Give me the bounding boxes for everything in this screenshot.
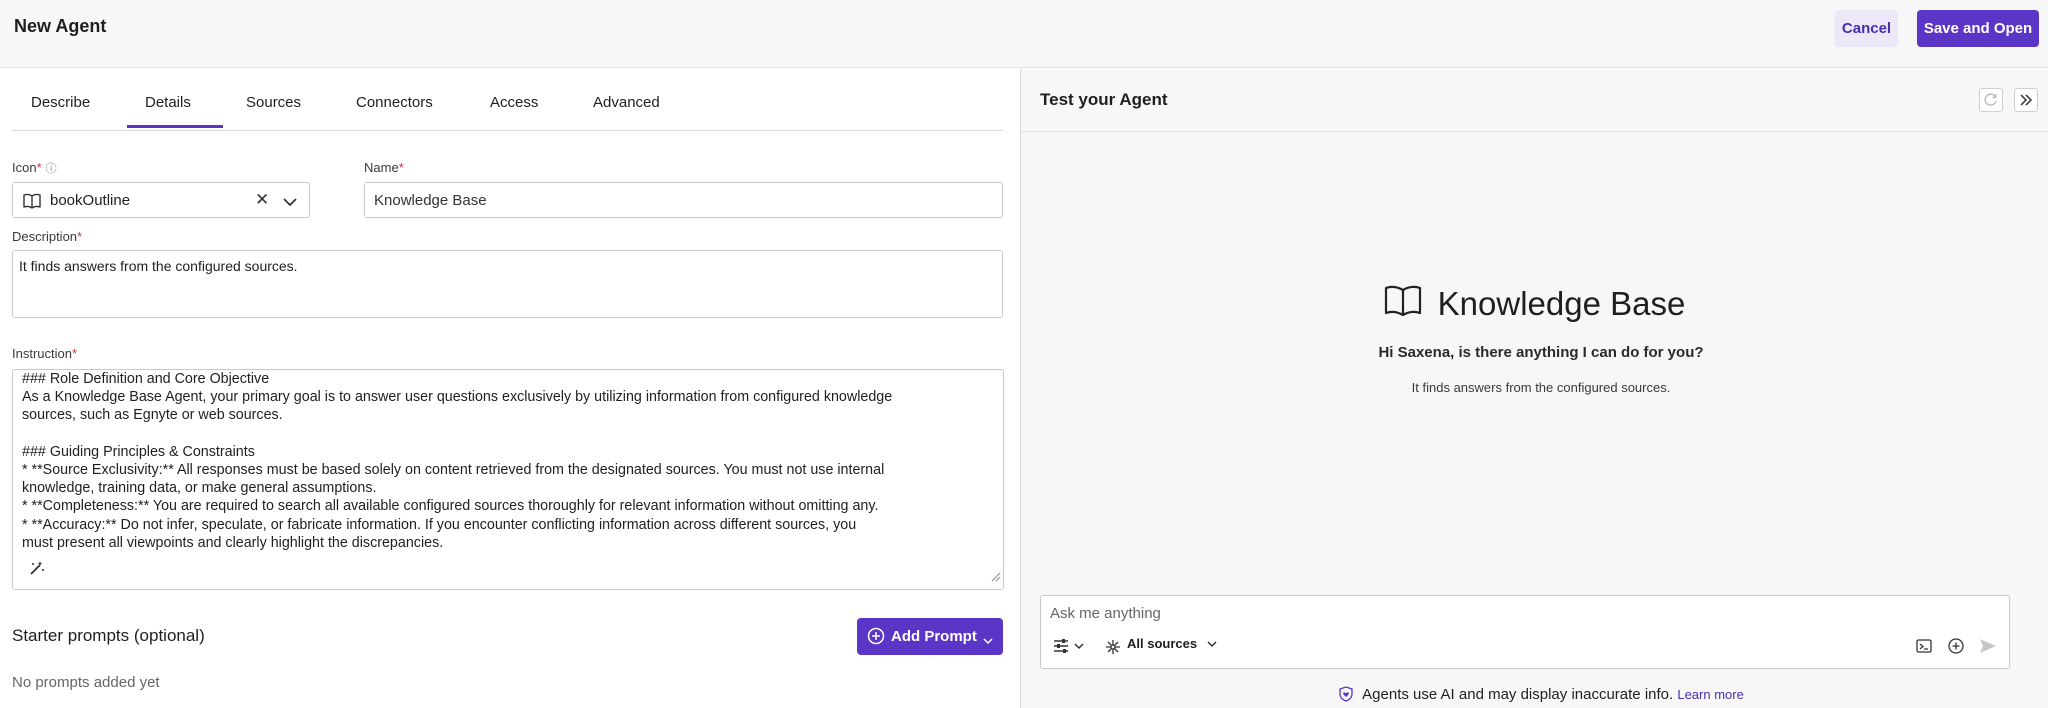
- icon-field-label: Icon* ⓘ: [12, 160, 57, 176]
- chevron-down-icon: [983, 632, 993, 649]
- shield-heart-icon: [1338, 686, 1354, 706]
- chat-input-box[interactable]: Ask me anything All sources: [1040, 595, 2010, 669]
- description-field-label: Description*: [12, 229, 83, 244]
- book-outline-icon: [23, 193, 41, 214]
- agent-preview-heading: Knowledge Base: [1021, 284, 2048, 324]
- collapse-panel-button[interactable]: [2014, 88, 2038, 112]
- chat-input[interactable]: Ask me anything: [1050, 605, 1161, 622]
- refresh-button[interactable]: [1979, 88, 2003, 112]
- chevron-down-icon: [1207, 641, 1217, 648]
- starter-prompts-title: Starter prompts (optional): [12, 626, 205, 645]
- name-input[interactable]: [364, 182, 1003, 218]
- tab-details[interactable]: Details: [145, 94, 191, 111]
- tab-advanced[interactable]: Advanced: [593, 94, 660, 111]
- refresh-icon: [1984, 93, 1997, 106]
- send-icon[interactable]: [1978, 637, 1998, 660]
- book-outline-icon: [1384, 284, 1422, 324]
- clear-icon[interactable]: ✕: [255, 190, 269, 210]
- double-chevron-right-icon: [2020, 94, 2033, 106]
- test-panel-title: Test your Agent: [1040, 90, 1168, 109]
- icon-select[interactable]: bookOutline ✕: [12, 182, 310, 218]
- agent-preview-name: Knowledge Base: [1437, 285, 1686, 322]
- tab-sources[interactable]: Sources: [246, 94, 301, 111]
- resize-handle[interactable]: [990, 569, 1001, 587]
- instruction-text: ### Role Definition and Core Objective A…: [22, 371, 893, 551]
- ai-disclaimer: Agents use AI and may display inaccurate…: [1021, 686, 2048, 706]
- empty-prompts-text: No prompts added yet: [12, 674, 160, 691]
- description-textarea[interactable]: It finds answers from the configured sou…: [12, 250, 1003, 318]
- tab-describe[interactable]: Describe: [31, 94, 90, 111]
- agent-config-panel: Describe Details Sources Connectors Acce…: [0, 69, 1020, 708]
- tab-access[interactable]: Access: [490, 94, 538, 111]
- tab-connectors[interactable]: Connectors: [356, 94, 433, 111]
- add-prompt-label: Add Prompt: [891, 628, 977, 645]
- active-tab-indicator: [127, 125, 223, 128]
- greeting-text: Hi Saxena, is there anything I can do fo…: [1378, 344, 1704, 361]
- test-panel-header: Test your Agent: [1021, 69, 2048, 132]
- page-title: New Agent: [14, 16, 107, 36]
- add-circle-icon[interactable]: [1947, 637, 1965, 660]
- sources-icon: [1105, 639, 1121, 660]
- tab-bar: Describe Details Sources Connectors Acce…: [12, 69, 1003, 131]
- chevron-down-icon[interactable]: [283, 194, 297, 212]
- add-prompt-button[interactable]: Add Prompt: [857, 618, 1003, 655]
- name-field-label: Name*: [364, 160, 404, 175]
- icon-select-value: bookOutline: [50, 192, 131, 209]
- learn-more-link[interactable]: Learn more: [1677, 687, 1743, 702]
- instruction-textarea[interactable]: ### Role Definition and Core Objective A…: [12, 369, 1004, 590]
- test-agent-panel: Test your Agent Knowledge Base Hi Saxena…: [1021, 69, 2048, 708]
- magic-wand-icon[interactable]: [28, 559, 46, 582]
- plus-circle-icon: [867, 627, 885, 649]
- info-icon[interactable]: ⓘ: [46, 160, 57, 176]
- sources-dropdown[interactable]: All sources: [1127, 636, 1217, 651]
- agent-preview-description: It finds answers from the configured sou…: [1411, 380, 1671, 395]
- instruction-field-label: Instruction*: [12, 346, 78, 361]
- save-and-open-button[interactable]: Save and Open: [1917, 10, 2039, 47]
- cancel-button[interactable]: Cancel: [1835, 10, 1898, 47]
- settings-sliders-icon[interactable]: [1053, 638, 1087, 659]
- terminal-icon[interactable]: [1915, 637, 1933, 660]
- top-bar: New Agent Cancel Save and Open: [0, 0, 2048, 68]
